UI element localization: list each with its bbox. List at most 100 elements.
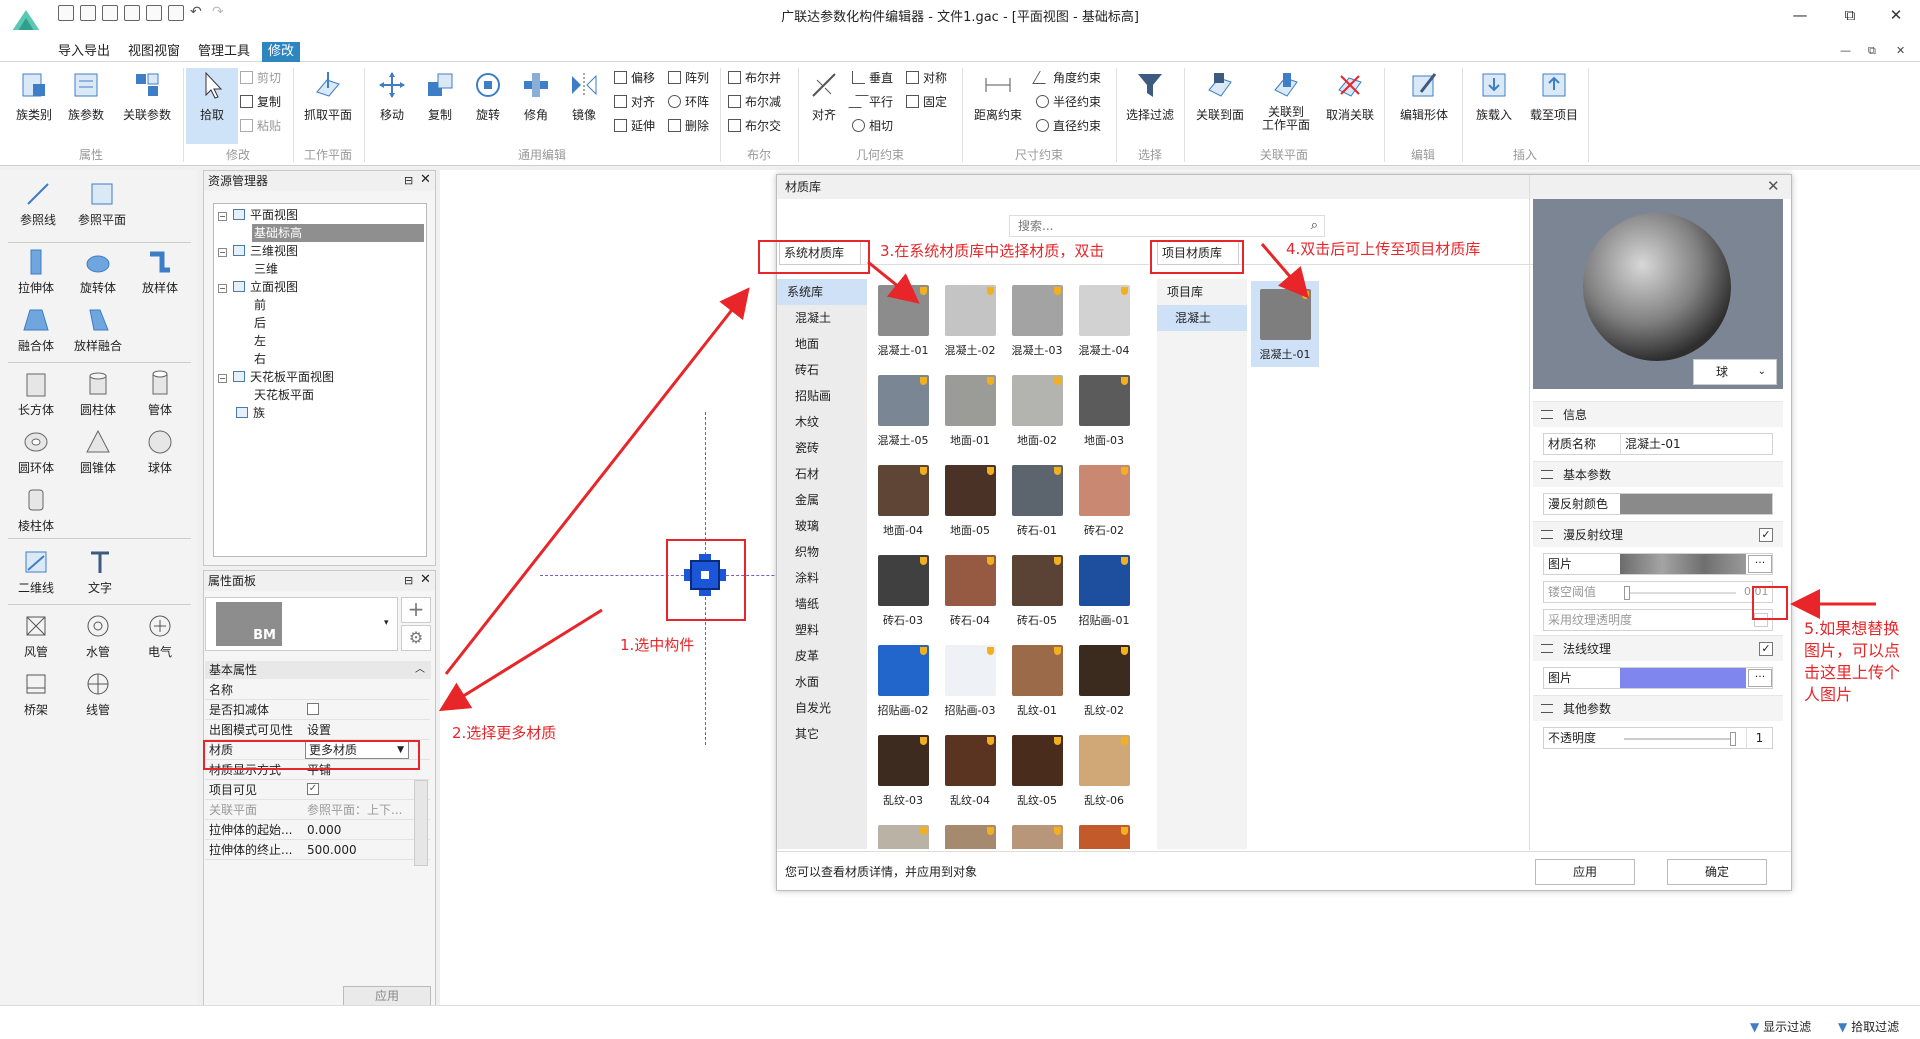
boolean-intersect-button[interactable]: 布尔交: [728, 116, 781, 136]
section-diffuse-texture[interactable]: 漫反射纹理 ✓: [1533, 521, 1783, 547]
tree-node-3d-views[interactable]: − 三维视图: [218, 242, 298, 260]
tree-node-front[interactable]: 前: [254, 296, 266, 314]
blend-tool[interactable]: 融合体: [6, 306, 66, 354]
reference-line-tool[interactable]: 参照线: [8, 180, 68, 228]
section-basic-params[interactable]: 基本参数: [1533, 461, 1783, 487]
category-other[interactable]: 其它: [777, 721, 867, 747]
tree-node-left[interactable]: 左: [254, 332, 266, 350]
category-water[interactable]: 水面: [777, 669, 867, 695]
collapse-icon[interactable]: −: [218, 248, 227, 257]
restore-button[interactable]: ⧉: [1830, 2, 1870, 28]
array-button[interactable]: 阵列: [668, 68, 709, 88]
tree-node-ceiling-views[interactable]: − 天花板平面视图: [218, 368, 334, 386]
tree-node-family[interactable]: 族: [236, 404, 265, 422]
sweep-tool[interactable]: 放样体: [130, 248, 190, 296]
material-tile[interactable]: 招贴画-01: [1070, 555, 1138, 628]
pipe-tool[interactable]: 管体: [130, 370, 190, 418]
material-tile[interactable]: 地面-02: [1003, 375, 1071, 448]
revolve-tool[interactable]: 旋转体: [68, 248, 128, 296]
family-params-button[interactable]: 族参数: [60, 68, 112, 123]
texture-alpha-field[interactable]: 采用纹理透明度: [1543, 609, 1773, 631]
tree-node-ceiling-plan[interactable]: 天花板平面: [254, 386, 314, 404]
doc-close-button[interactable]: ✕: [1896, 44, 1905, 57]
pin-icon[interactable]: ⊟: [404, 574, 413, 587]
family-type-selector[interactable]: BM ▾: [205, 597, 398, 651]
collapse-icon[interactable]: −: [218, 284, 227, 293]
cable-tray-tool[interactable]: 桥架: [6, 670, 66, 718]
material-tile[interactable]: 砖石-02: [1070, 465, 1138, 538]
copy-clip-button[interactable]: 复制: [240, 92, 281, 112]
material-tile[interactable]: 混凝土-05: [869, 375, 937, 448]
material-tile[interactable]: [1003, 825, 1071, 849]
display-filter-button[interactable]: ▼ 显示过滤: [1750, 1018, 1811, 1035]
category-poster[interactable]: 招贴画: [777, 383, 867, 409]
pick-plane-button[interactable]: 抓取平面: [298, 68, 358, 123]
offset-button[interactable]: 偏移: [614, 68, 655, 88]
settings-gear-icon[interactable]: ⚙: [401, 625, 431, 651]
boolean-subtract-button[interactable]: 布尔减: [728, 92, 781, 112]
tab-view-window[interactable]: 视图视窗: [122, 42, 186, 62]
cone-tool[interactable]: 圆锥体: [68, 428, 128, 476]
cut-button[interactable]: 剪切: [240, 68, 281, 88]
category-stone[interactable]: 石材: [777, 461, 867, 487]
category-fabric[interactable]: 织物: [777, 539, 867, 565]
dialog-apply-button[interactable]: 应用: [1535, 859, 1635, 885]
tab-modify[interactable]: 修改: [262, 42, 301, 62]
dialog-ok-button[interactable]: 确定: [1667, 859, 1767, 885]
deduct-checkbox[interactable]: [307, 703, 319, 715]
ring-array-button[interactable]: 环阵: [668, 92, 709, 112]
category-self-illum[interactable]: 自发光: [777, 695, 867, 721]
search-icon[interactable]: ⌕: [1311, 216, 1318, 236]
material-tile[interactable]: 乱纹-06: [1070, 735, 1138, 808]
normal-image-field[interactable]: 图片 ···: [1543, 667, 1773, 689]
link-to-work-plane-button[interactable]: 关联到 工作平面: [1254, 68, 1318, 132]
opacity-slider-track[interactable]: [1624, 738, 1736, 740]
doc-restore-button[interactable]: ⧉: [1868, 44, 1876, 58]
close-icon[interactable]: ✕: [420, 572, 431, 587]
material-tile[interactable]: 乱纹-01: [1003, 645, 1071, 718]
material-tile[interactable]: 混凝土-04: [1070, 285, 1138, 358]
delete-button[interactable]: 删除: [668, 116, 709, 136]
material-name-field[interactable]: 材质名称 混凝土-01: [1543, 433, 1773, 455]
diffuse-color-swatch[interactable]: [1620, 494, 1772, 514]
align-small-button[interactable]: 对齐: [614, 92, 655, 112]
section-info[interactable]: 信息: [1533, 401, 1783, 427]
tree-node-plan-views[interactable]: − 平面视图: [218, 206, 298, 224]
tree-node-3d[interactable]: 三维: [254, 260, 278, 278]
pick-button[interactable]: 拾取: [186, 68, 238, 144]
category-masonry[interactable]: 砖石: [777, 357, 867, 383]
opacity-slider-thumb[interactable]: [1730, 732, 1736, 746]
water-pipe-tool[interactable]: 水管: [68, 612, 128, 660]
upload-normal-button[interactable]: ···: [1748, 669, 1772, 687]
section-normal-texture[interactable]: 法线纹理 ✓: [1533, 635, 1783, 661]
basic-properties-header[interactable]: 基本属性 ︿: [205, 661, 431, 679]
category-plastic[interactable]: 塑料: [777, 617, 867, 643]
duct-tool[interactable]: 风管: [6, 612, 66, 660]
extrusion-tool[interactable]: 拉伸体: [6, 248, 66, 296]
project-category-concrete[interactable]: 混凝土: [1157, 305, 1247, 331]
boolean-union-button[interactable]: 布尔并: [728, 68, 781, 88]
load-to-project-button[interactable]: 载至项目: [1524, 68, 1584, 123]
material-tile[interactable]: [936, 825, 1004, 849]
collapse-icon[interactable]: −: [218, 374, 227, 383]
move-button[interactable]: 移动: [366, 68, 418, 123]
cutout-slider-track[interactable]: [1624, 592, 1736, 594]
material-tile[interactable]: 砖石-03: [869, 555, 937, 628]
tab-import-export[interactable]: 导入导出: [52, 42, 116, 62]
link-to-face-button[interactable]: 关联到面: [1190, 68, 1250, 123]
material-tile[interactable]: 混凝土-01: [869, 285, 937, 358]
prop-row-name[interactable]: 名称: [205, 680, 430, 700]
material-tile[interactable]: 砖石-04: [936, 555, 1004, 628]
copy-button[interactable]: 复制: [414, 68, 466, 123]
material-tile[interactable]: 乱纹-05: [1003, 735, 1071, 808]
tree-node-base-level[interactable]: 基础标高: [252, 224, 424, 242]
material-tile[interactable]: 地面-05: [936, 465, 1004, 538]
text-tool[interactable]: 文字: [70, 548, 130, 596]
paste-button[interactable]: 粘贴: [240, 116, 281, 136]
tree-node-elevation-views[interactable]: − 立面视图: [218, 278, 298, 296]
dialog-close-icon[interactable]: ✕: [1767, 177, 1780, 195]
material-tile[interactable]: 招贴画-02: [869, 645, 937, 718]
edit-shape-button[interactable]: 编辑形体: [1392, 68, 1456, 123]
prop-row-extrusion-start[interactable]: 拉伸体的起始... 0.000: [205, 820, 430, 840]
prop-row-linked-plane[interactable]: 关联平面 参照平面：上下...: [205, 800, 430, 820]
